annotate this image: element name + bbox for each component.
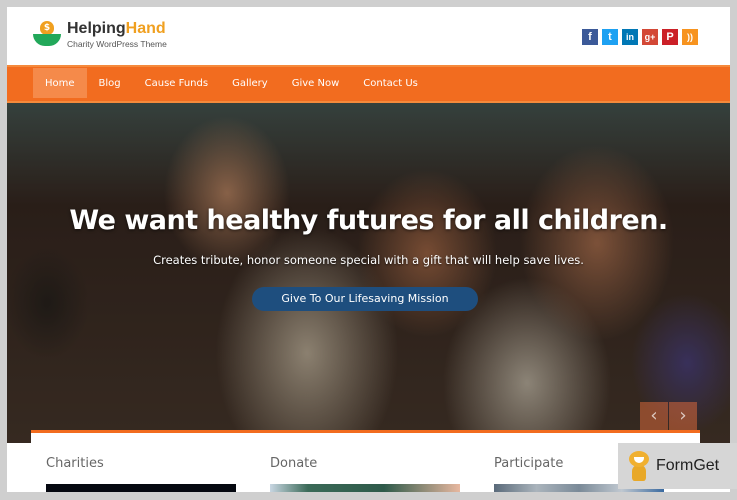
nav-item-cause-funds[interactable]: Cause Funds (133, 68, 220, 98)
hero-slider: We want healthy futures for all children… (7, 103, 730, 443)
formget-label: FormGet (656, 457, 720, 474)
hero-title: We want healthy futures for all children… (69, 205, 668, 236)
card-thumbnail[interactable] (46, 484, 236, 492)
give-mission-button[interactable]: Give To Our Lifesaving Mission (252, 287, 478, 311)
formget-badge: FormGet (618, 443, 737, 489)
chevron-right-icon[interactable]: › (669, 402, 697, 430)
pinterest-icon[interactable]: P (662, 29, 678, 45)
money-bag-hand-icon: $ (31, 19, 63, 51)
chevron-left-icon[interactable]: ‹ (640, 402, 668, 430)
main-nav: Home Blog Cause Funds Gallery Give Now C… (7, 65, 730, 103)
card-title: Participate (494, 456, 564, 471)
logo-subtitle: Charity WordPress Theme (67, 39, 167, 49)
page: $ HelpingHand Charity WordPress Theme f … (7, 7, 730, 492)
card-title: Charities (46, 456, 104, 471)
site-header: $ HelpingHand Charity WordPress Theme f … (7, 7, 730, 65)
nav-item-home[interactable]: Home (33, 68, 87, 98)
lion-mascot-icon (628, 451, 650, 481)
nav-item-give-now[interactable]: Give Now (280, 68, 352, 98)
hero-image-children (7, 103, 730, 443)
feature-cards: Charities Donate Participate (31, 430, 700, 492)
nav-item-contact-us[interactable]: Contact Us (351, 68, 430, 98)
nav-item-gallery[interactable]: Gallery (220, 68, 280, 98)
rss-icon[interactable]: )) (682, 29, 698, 45)
site-logo[interactable]: $ HelpingHand Charity WordPress Theme (31, 19, 167, 51)
facebook-icon[interactable]: f (582, 29, 598, 45)
linkedin-icon[interactable]: in (622, 29, 638, 45)
hero-subtitle: Creates tribute, honor someone special w… (153, 253, 584, 267)
twitter-icon[interactable]: t (602, 29, 618, 45)
google-plus-icon[interactable]: g+ (642, 29, 658, 45)
card-title: Donate (270, 456, 318, 471)
logo-title: HelpingHand (67, 20, 166, 37)
social-links: f t in g+ P )) (582, 29, 698, 45)
nav-item-blog[interactable]: Blog (87, 68, 133, 98)
card-thumbnail[interactable] (270, 484, 460, 492)
